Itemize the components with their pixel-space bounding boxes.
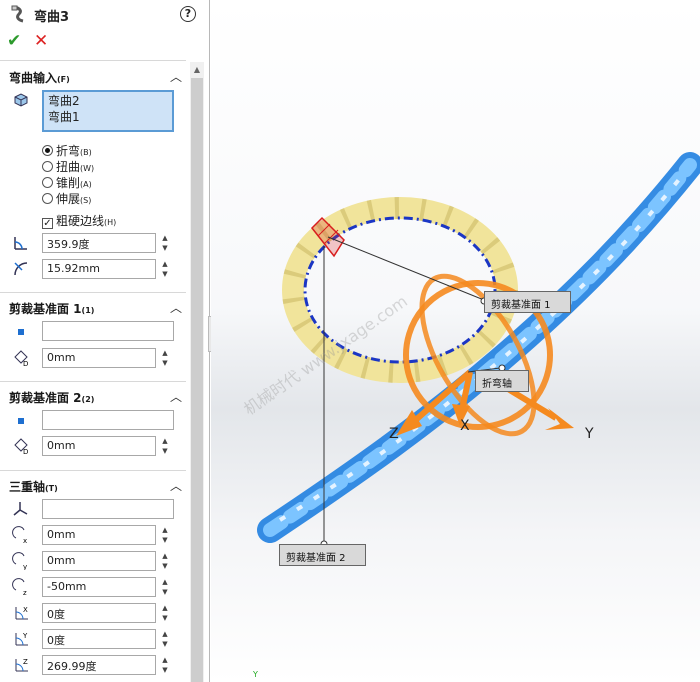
radio-dot — [42, 177, 53, 188]
scroll-up-icon[interactable]: ▲ — [192, 64, 202, 76]
x-rotation-icon: X — [10, 604, 32, 624]
callout-trim-plane-2[interactable]: 剪裁基准面 2 — [279, 544, 366, 566]
offset-distance-icon: D — [10, 349, 32, 369]
model-scene — [257, 152, 700, 548]
svg-text:D: D — [23, 360, 28, 367]
axis-label-z: Z — [389, 426, 399, 442]
graphics-viewport[interactable]: 机械时代 www.jxage.com 剪裁基准面 1 剪裁基准面 2 折弯轴 Z… — [211, 0, 700, 682]
radio-tapering[interactable]: 锥削(A) — [42, 174, 92, 190]
y-rotation-icon: Y — [10, 630, 32, 650]
checkbox-check-icon: ✓ — [42, 218, 53, 229]
svg-text:D: D — [23, 448, 28, 455]
svg-text:y: y — [23, 563, 27, 570]
triad-icon — [10, 500, 32, 520]
angle-input[interactable]: 359.9度 — [42, 233, 156, 253]
axis-label-y: Y — [585, 426, 594, 442]
radio-dot — [42, 193, 53, 204]
triad-x-input[interactable]: 0mm — [42, 525, 156, 545]
callout-trim-plane-1[interactable]: 剪裁基准面 1 — [484, 291, 571, 313]
reference-entity-icon — [10, 411, 32, 431]
triad-z-input[interactable]: -50mm — [42, 577, 156, 597]
scrollbar-thumb[interactable] — [191, 78, 203, 682]
angle-spinner[interactable]: ▲ ▼ — [160, 233, 170, 253]
spinner[interactable]: ▲ ▼ — [160, 551, 170, 571]
radius-input[interactable]: 15.92mm — [42, 259, 156, 279]
triad-y-input[interactable]: 0mm — [42, 551, 156, 571]
radius-icon — [10, 260, 32, 280]
mini-axis-y: Y — [253, 670, 258, 679]
z-rotation-icon: Z — [10, 656, 32, 676]
section-title: 弯曲输入(F) — [9, 71, 70, 85]
spinner[interactable]: ▲ ▼ — [160, 603, 170, 623]
triad-rot-y-input[interactable]: 0度 — [42, 629, 156, 649]
help-icon[interactable]: ? — [180, 6, 196, 22]
collapse-chevron-icon[interactable]: ︿ — [170, 68, 182, 85]
section-title: 剪裁基准面 2(2) — [9, 391, 95, 405]
list-item[interactable]: 弯曲1 — [48, 109, 168, 125]
y-position-icon: y — [10, 552, 32, 572]
radio-twisting[interactable]: 扭曲(W) — [42, 158, 94, 174]
trim-plane-2-distance[interactable]: 0mm — [42, 436, 156, 456]
list-item[interactable]: 弯曲2 — [48, 93, 168, 109]
triad-entity[interactable] — [42, 499, 174, 519]
distance-spinner[interactable]: ▲ ▼ — [160, 348, 170, 368]
rough-edges-checkbox[interactable]: ✓ 粗硬边线(H) — [42, 212, 116, 229]
section-trim-plane-1[interactable]: 剪裁基准面 1(1) ︿ — [0, 297, 186, 317]
divider — [0, 381, 186, 382]
trim-plane-2-entity[interactable] — [42, 410, 174, 430]
offset-distance-icon: D — [10, 437, 32, 457]
ok-button[interactable]: ✔ — [7, 31, 21, 51]
flex-feature-icon — [11, 5, 24, 23]
divider — [0, 292, 186, 293]
cancel-button[interactable]: ✕ — [34, 31, 48, 51]
divider — [0, 470, 186, 471]
triad-rot-x-input[interactable]: 0度 — [42, 603, 156, 623]
radio-dot — [42, 145, 53, 156]
collapse-chevron-icon[interactable]: ︿ — [170, 299, 182, 316]
feature-title: 弯曲3 — [34, 10, 70, 25]
angle-icon — [10, 234, 32, 254]
radio-stretching[interactable]: 伸展(S) — [42, 190, 91, 206]
svg-text:Y: Y — [22, 632, 28, 640]
reference-entity-icon — [10, 322, 32, 342]
bodies-selection-list[interactable]: 弯曲2 弯曲1 — [42, 90, 174, 132]
svg-text:Z: Z — [23, 658, 28, 666]
spinner[interactable]: ▲ ▼ — [160, 655, 170, 675]
panel-scrollbar[interactable]: ▲ — [190, 62, 204, 682]
divider — [0, 60, 186, 61]
distance-spinner[interactable]: ▲ ▼ — [160, 436, 170, 456]
collapse-chevron-icon[interactable]: ︿ — [170, 388, 182, 405]
spinner[interactable]: ▲ ▼ — [160, 525, 170, 545]
spinner[interactable]: ▲ ▼ — [160, 577, 170, 597]
collapse-chevron-icon[interactable]: ︿ — [170, 477, 182, 494]
svg-text:x: x — [23, 537, 27, 544]
section-title: 剪裁基准面 1(1) — [9, 302, 95, 316]
section-trim-plane-2[interactable]: 剪裁基准面 2(2) ︿ — [0, 386, 186, 406]
section-triad[interactable]: 三重轴(T) ︿ — [0, 475, 186, 495]
axis-label-x: X — [460, 418, 470, 434]
x-position-icon: x — [10, 526, 32, 546]
radio-dot — [42, 161, 53, 172]
z-position-icon: z — [10, 578, 32, 598]
property-header: 弯曲3 ? — [0, 0, 209, 28]
trim-plane-1-entity[interactable] — [42, 321, 174, 341]
property-manager: 弯曲3 ? ✔ ✕ 弯曲输入(F) ︿ 弯曲2 弯曲1 折弯(B) 扭曲(W) … — [0, 0, 210, 682]
spinner[interactable]: ▲ ▼ — [160, 629, 170, 649]
section-flex-input[interactable]: 弯曲输入(F) ︿ — [0, 66, 186, 86]
section-title: 三重轴(T) — [9, 480, 58, 494]
triad-rot-z-input[interactable]: 269.99度 — [42, 655, 156, 675]
radius-spinner[interactable]: ▲ ▼ — [160, 259, 170, 279]
callout-bend-axis[interactable]: 折弯轴 — [475, 370, 529, 392]
bodies-icon — [10, 92, 32, 112]
svg-text:z: z — [23, 589, 27, 596]
svg-text:X: X — [23, 606, 28, 614]
radio-bending[interactable]: 折弯(B) — [42, 142, 92, 158]
trim-plane-1-distance[interactable]: 0mm — [42, 348, 156, 368]
